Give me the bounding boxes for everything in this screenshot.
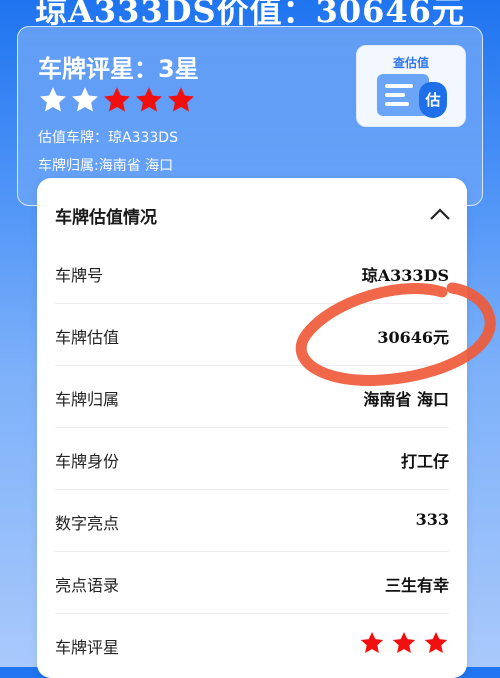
- row-plate-identity: 车牌身份 打工仔: [55, 428, 449, 490]
- star-icon: [104, 87, 130, 112]
- row-label: 数字亮点: [55, 514, 120, 533]
- row-value: 333: [415, 510, 449, 529]
- plate-region-line: 车牌归属:海南省 海口: [38, 158, 174, 174]
- star-icon: [136, 87, 162, 112]
- row-label: 车牌号: [55, 266, 104, 285]
- rating-stars: [38, 85, 196, 115]
- valuation-details-card: 车牌估值情况 车牌号 琼A333DS 车牌估值 30646元 车牌归属 海南省 …: [37, 178, 467, 678]
- star-icon: [392, 631, 416, 653]
- row-plate-valuation: 车牌估值 30646元: [55, 304, 449, 366]
- row-value: 琼A333DS: [361, 266, 449, 285]
- row-plate-number: 车牌号 琼A333DS: [55, 242, 449, 304]
- row-rating-stars: [359, 630, 449, 656]
- shield-icon: 估: [419, 82, 447, 118]
- row-value: 三生有幸: [384, 576, 449, 595]
- star-icon: [40, 87, 66, 112]
- row-label: 车牌评星: [55, 638, 120, 657]
- star-icon: [424, 631, 448, 653]
- star-icon: [360, 631, 384, 653]
- row-label: 车牌估值: [55, 328, 120, 347]
- row-highlight-quote: 亮点语录 三生有幸: [55, 552, 449, 614]
- rating-title: 车牌评星：3星: [38, 55, 199, 83]
- chevron-up-icon[interactable]: [429, 206, 451, 222]
- row-label: 车牌身份: [55, 452, 120, 471]
- row-plate-region: 车牌归属 海南省 海口: [55, 366, 449, 428]
- row-number-highlight: 数字亮点 333: [55, 490, 449, 552]
- row-value: 打工仔: [400, 452, 449, 471]
- row-label: 车牌归属: [55, 390, 120, 409]
- check-valuation-badge[interactable]: 查估值 估: [356, 45, 466, 127]
- row-value: 海南省 海口: [363, 390, 449, 409]
- row-value: 30646元: [377, 328, 449, 347]
- details-title: 车牌估值情况: [55, 208, 157, 228]
- star-icon: [168, 87, 194, 112]
- star-icon: [72, 87, 98, 112]
- badge-label: 查估值: [392, 56, 429, 70]
- row-label: 亮点语录: [55, 576, 120, 595]
- valued-plate-line: 估值车牌：琼A333DS: [38, 130, 178, 146]
